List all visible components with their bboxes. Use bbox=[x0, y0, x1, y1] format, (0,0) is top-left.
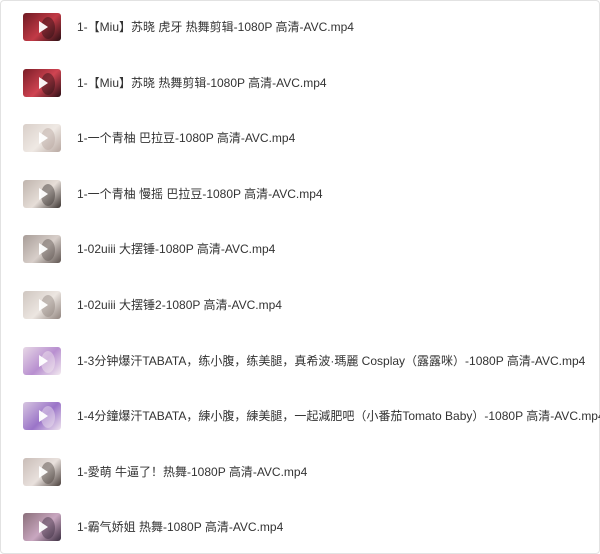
video-thumbnail[interactable] bbox=[23, 13, 61, 41]
file-name[interactable]: 1-一个青柚 巴拉豆-1080P 高清-AVC.mp4 bbox=[77, 130, 295, 146]
file-row[interactable]: 1-4分鐘爆汗TABATA，練小腹，練美腿，一起減肥吧（小番茄Tomato Ba… bbox=[1, 402, 600, 442]
play-icon bbox=[39, 77, 48, 89]
file-row[interactable]: 1-3分钟爆汗TABATA，练小腹，练美腿，真希波·瑪麗 Cosplay（露露咪… bbox=[1, 347, 599, 387]
file-row[interactable]: 1-霸气娇姐 热舞-1080P 高清-AVC.mp4 bbox=[1, 513, 599, 553]
video-thumbnail[interactable] bbox=[23, 347, 61, 375]
video-thumbnail[interactable] bbox=[23, 291, 61, 319]
video-thumbnail[interactable] bbox=[23, 458, 61, 486]
file-name[interactable]: 1-愛萌 牛逼了！热舞-1080P 高清-AVC.mp4 bbox=[77, 464, 307, 480]
file-row[interactable]: 1-【Miu】苏晓 热舞剪辑-1080P 高清-AVC.mp4 bbox=[1, 69, 599, 109]
file-row[interactable]: 1-02uiii 大摆锤-1080P 高清-AVC.mp4 bbox=[1, 235, 599, 275]
file-name[interactable]: 1-【Miu】苏晓 热舞剪辑-1080P 高清-AVC.mp4 bbox=[77, 75, 327, 91]
file-list-panel: 1-【Miu】苏晓 虎牙 热舞剪辑-1080P 高清-AVC.mp4 1-【Miu… bbox=[0, 0, 600, 554]
play-icon bbox=[39, 299, 48, 311]
video-thumbnail[interactable] bbox=[23, 69, 61, 97]
video-thumbnail[interactable] bbox=[23, 235, 61, 263]
play-icon bbox=[39, 466, 48, 478]
video-thumbnail[interactable] bbox=[23, 124, 61, 152]
file-list: 1-【Miu】苏晓 虎牙 热舞剪辑-1080P 高清-AVC.mp4 1-【Miu… bbox=[1, 1, 600, 553]
file-row[interactable]: 1-愛萌 牛逼了！热舞-1080P 高清-AVC.mp4 bbox=[1, 458, 599, 498]
play-icon bbox=[39, 132, 48, 144]
play-icon bbox=[39, 410, 48, 422]
video-thumbnail[interactable] bbox=[23, 402, 61, 430]
play-icon bbox=[39, 243, 48, 255]
play-icon bbox=[39, 521, 48, 533]
file-name[interactable]: 1-02uiii 大摆锤2-1080P 高清-AVC.mp4 bbox=[77, 297, 282, 313]
file-name[interactable]: 1-02uiii 大摆锤-1080P 高清-AVC.mp4 bbox=[77, 241, 275, 257]
file-name[interactable]: 1-3分钟爆汗TABATA，练小腹，练美腿，真希波·瑪麗 Cosplay（露露咪… bbox=[77, 353, 585, 369]
video-thumbnail[interactable] bbox=[23, 513, 61, 541]
file-row[interactable]: 1-一个青柚 慢摇 巴拉豆-1080P 高清-AVC.mp4 bbox=[1, 180, 599, 220]
file-name[interactable]: 1-一个青柚 慢摇 巴拉豆-1080P 高清-AVC.mp4 bbox=[77, 186, 323, 202]
file-row[interactable]: 1-一个青柚 巴拉豆-1080P 高清-AVC.mp4 bbox=[1, 124, 599, 164]
video-thumbnail[interactable] bbox=[23, 180, 61, 208]
play-icon bbox=[39, 355, 48, 367]
play-icon bbox=[39, 21, 48, 33]
play-icon bbox=[39, 188, 48, 200]
file-name[interactable]: 1-霸气娇姐 热舞-1080P 高清-AVC.mp4 bbox=[77, 519, 283, 535]
file-name[interactable]: 1-4分鐘爆汗TABATA，練小腹，練美腿，一起減肥吧（小番茄Tomato Ba… bbox=[77, 408, 600, 424]
file-name[interactable]: 1-【Miu】苏晓 虎牙 热舞剪辑-1080P 高清-AVC.mp4 bbox=[77, 19, 354, 35]
file-row[interactable]: 1-02uiii 大摆锤2-1080P 高清-AVC.mp4 bbox=[1, 291, 599, 331]
file-row[interactable]: 1-【Miu】苏晓 虎牙 热舞剪辑-1080P 高清-AVC.mp4 bbox=[1, 13, 599, 53]
